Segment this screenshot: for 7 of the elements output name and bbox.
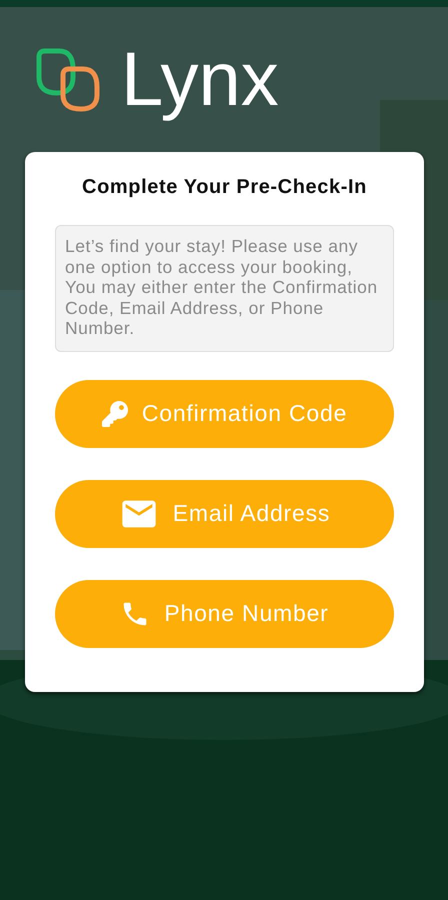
confirmation-code-button[interactable]: Confirmation Code xyxy=(55,380,394,448)
key-icon xyxy=(102,400,128,426)
phone-button[interactable]: Phone Number xyxy=(55,580,394,648)
info-text: Let’s find your stay! Please use any one option to access your booking, You may either enter the Confirmation Code, Email Address, or Phone Number. xyxy=(55,225,394,352)
email-button[interactable]: Email Address xyxy=(55,480,394,548)
card-title: Complete Your Pre-Check-In xyxy=(81,176,368,199)
brand-name: Lynx xyxy=(121,40,279,120)
